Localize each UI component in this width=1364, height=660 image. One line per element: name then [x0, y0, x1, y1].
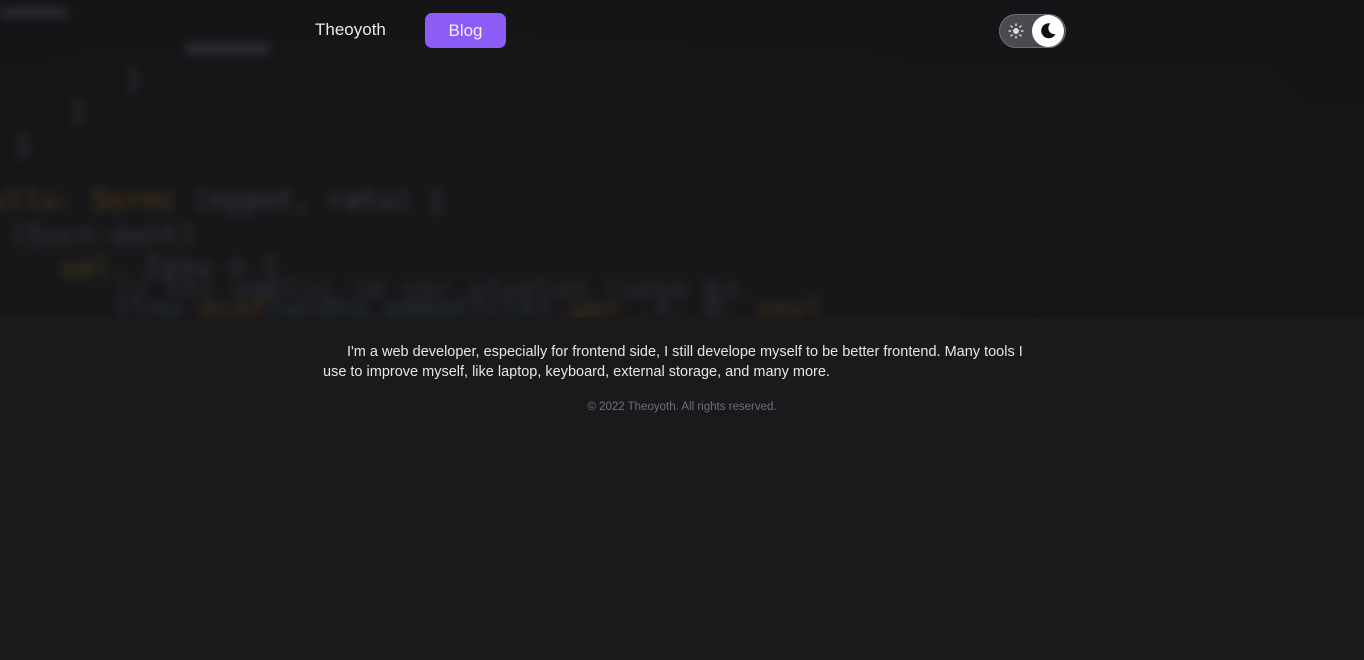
footer-copyright: © 2022 Theoyoth. All rights reserved.	[587, 401, 777, 413]
intro-paragraph: I'm a web developer, especially for fron…	[323, 344, 1023, 380]
brand-link[interactable]: Theoyoth	[315, 20, 386, 40]
page: ▬▬▬▬ ▬▬▬▬▬ } } } ullu: Ssrnc (nypot, rat…	[0, 0, 1364, 660]
nav-blog-button[interactable]: Blog	[425, 13, 506, 48]
top-navbar: Theoyoth Blog	[0, 0, 1364, 62]
theme-toggle[interactable]	[999, 14, 1066, 48]
sun-icon	[1008, 23, 1024, 39]
toggle-knob[interactable]	[1032, 15, 1064, 47]
moon-icon	[1041, 23, 1056, 39]
